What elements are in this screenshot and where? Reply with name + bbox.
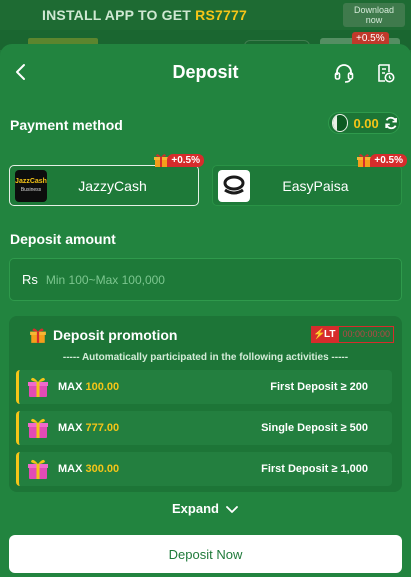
expand-toggle[interactable]: Expand [0, 501, 411, 516]
download-label: Download [353, 5, 395, 15]
gift-icon [30, 328, 46, 343]
promotion-max: MAX 100.00 [58, 381, 120, 393]
expand-label: Expand [172, 501, 219, 516]
promotion-header: Deposit promotion [29, 326, 177, 344]
promotion-condition: First Deposit ≥ 200 [270, 381, 368, 393]
method-bonus-badge: +0.5% [153, 152, 204, 168]
deposit-header: Deposit [0, 44, 411, 102]
promotion-max: MAX 777.00 [58, 422, 120, 434]
method-name: JazzyCash [78, 177, 147, 194]
chevron-down-icon [226, 505, 238, 513]
promotion-item[interactable]: MAX 100.00 First Deposit ≥ 200 [16, 370, 392, 404]
deposit-amount-label: Deposit amount [10, 231, 116, 247]
countdown-timer: 00:00:00:00 [338, 326, 394, 343]
promotion-item[interactable]: MAX 300.00 First Deposit ≥ 1,000 [16, 452, 392, 486]
method-bonus-badge: +0.5% [356, 152, 407, 168]
refresh-icon[interactable] [383, 114, 399, 132]
auto-participate-note: ----- Automatically participated in the … [62, 352, 349, 363]
balance-pill: 0.00 [328, 112, 400, 134]
receipt-clock-icon[interactable] [374, 62, 396, 84]
gift-box-icon [28, 377, 48, 397]
promotion-item[interactable]: MAX 777.00 Single Deposit ≥ 500 [16, 411, 392, 445]
pakistan-flag-icon [332, 114, 349, 132]
download-now-button[interactable]: Download now [343, 3, 405, 27]
amount-input[interactable] [45, 272, 346, 287]
easypaisa-logo [218, 169, 250, 202]
install-app-banner[interactable]: INSTALL APP TO GET RS7777 Download now [0, 0, 411, 30]
promotion-max: MAX 300.00 [58, 463, 120, 475]
payment-method-label: Payment method [10, 117, 123, 133]
method-jazzycash[interactable]: JazzCash Business JazzyCash +0.5% [9, 153, 204, 206]
promotion-condition: First Deposit ≥ 1,000 [261, 463, 368, 475]
currency-label: Rs [22, 272, 38, 287]
deposit-sheet: Deposit Payment method 0.00 JazzCash Bus… [0, 44, 411, 577]
lt-label: LT [310, 326, 339, 343]
limited-time-badge: LT 00:00:00:00 [310, 326, 394, 343]
deposit-now-button[interactable]: Deposit Now [9, 535, 402, 573]
jazzcash-logo: JazzCash Business [15, 169, 47, 202]
gift-box-icon [28, 418, 48, 438]
promotion-title: Deposit promotion [53, 327, 178, 343]
install-app-text: INSTALL APP TO GET RS7777 [42, 7, 247, 23]
balance-value: 0.00 [353, 115, 379, 131]
method-easypaisa[interactable]: EasyPaisa +0.5% [212, 153, 407, 206]
deposit-promotion-card: Deposit promotion LT 00:00:00:00 ----- A… [9, 316, 402, 492]
download-label-now: now [365, 15, 383, 25]
amount-field[interactable]: Rs [9, 258, 402, 301]
gift-box-icon [28, 459, 48, 479]
method-name: EasyPaisa [282, 177, 349, 194]
headset-icon[interactable] [333, 62, 355, 84]
promotion-condition: Single Deposit ≥ 500 [261, 422, 368, 434]
